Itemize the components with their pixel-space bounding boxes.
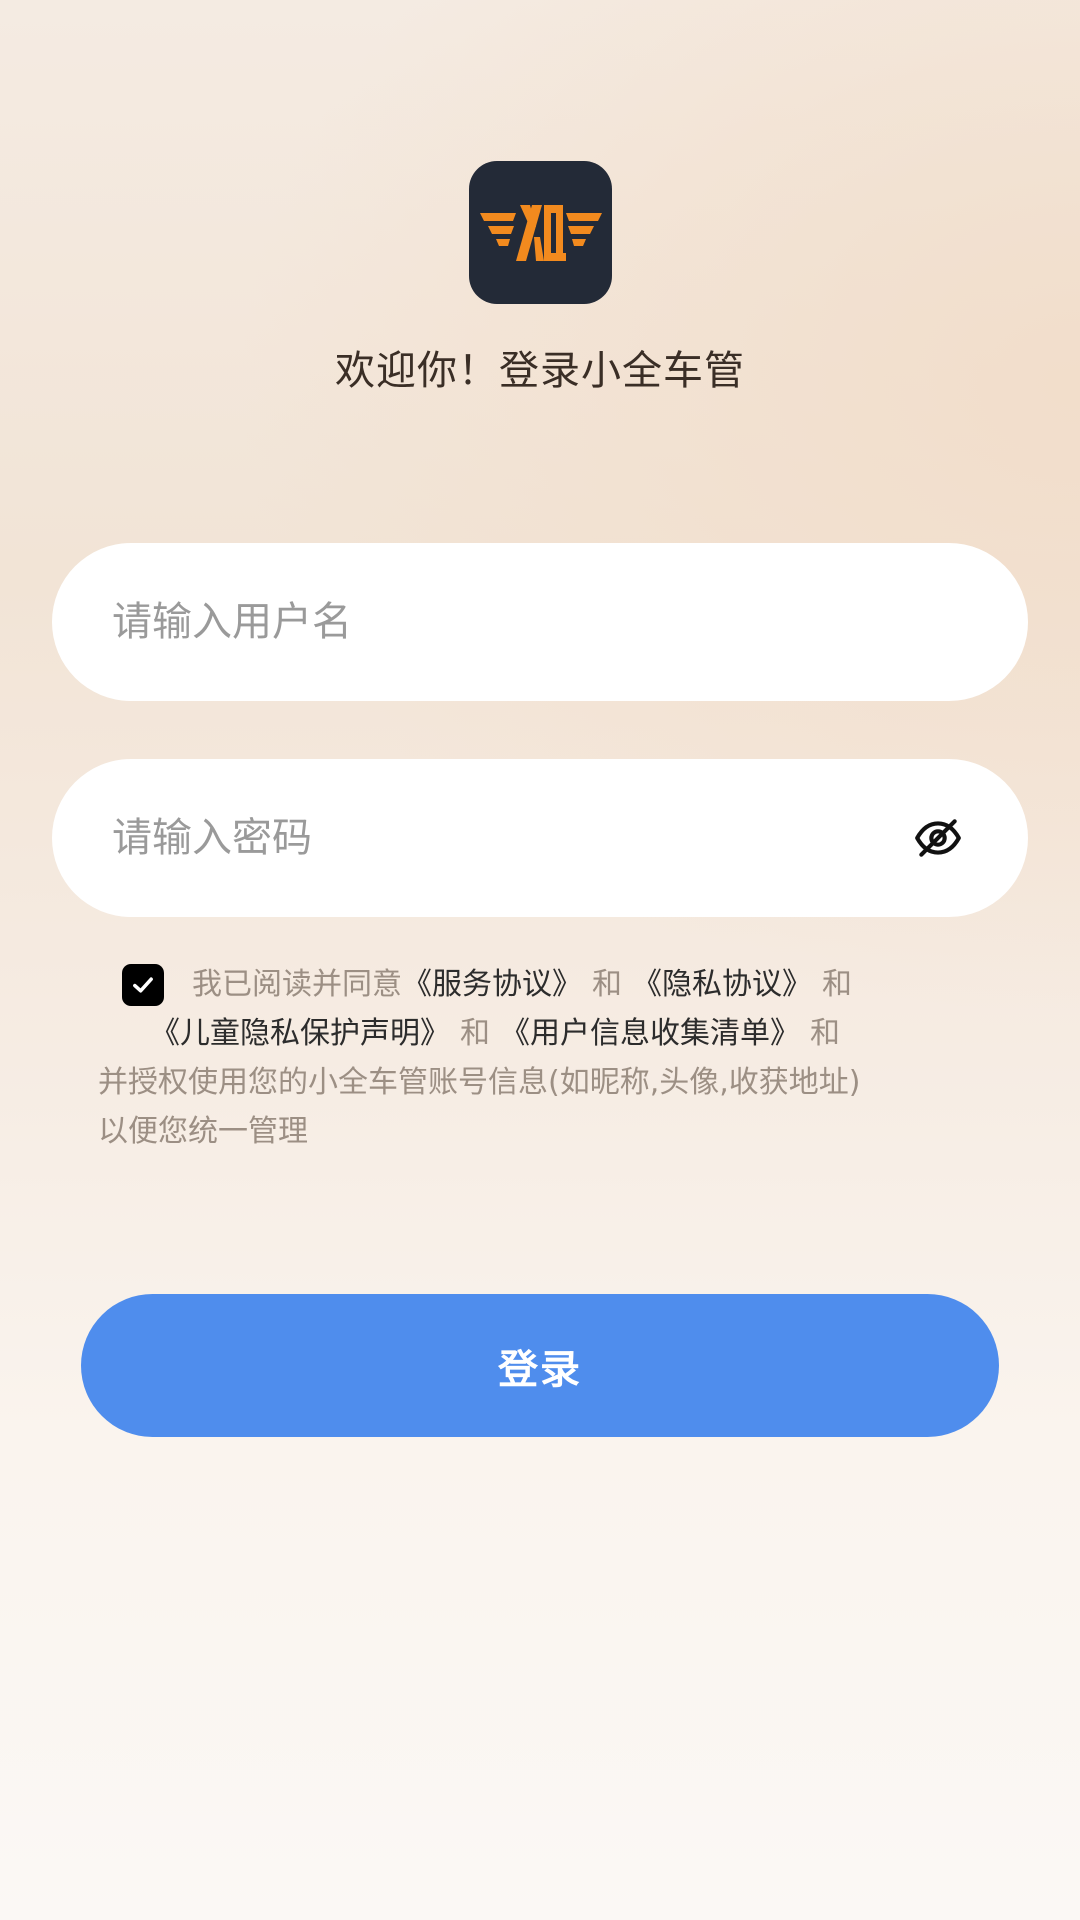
child-privacy-link[interactable]: 《儿童隐私保护声明》 xyxy=(150,1016,450,1051)
eye-off-icon xyxy=(915,819,961,857)
privacy-agreement-link[interactable]: 《隐私协议》 xyxy=(632,967,812,1002)
agreement-conjunction: 和 xyxy=(822,967,852,1002)
password-visibility-toggle[interactable] xyxy=(910,810,966,866)
agreement-prefix: 我已阅读并同意 xyxy=(192,967,402,1002)
info-collection-link[interactable]: 《用户信息收集清单》 xyxy=(500,1016,800,1051)
app-logo xyxy=(469,161,612,304)
xq-wings-logo-icon xyxy=(479,204,602,261)
agreement-conjunction: 和 xyxy=(592,967,622,1002)
password-input[interactable] xyxy=(112,815,892,861)
agreement-conjunction: 和 xyxy=(810,1016,840,1051)
agreement-line-3: 并授权使用您的小全车管账号信息(如昵称,头像,收获地址) xyxy=(98,1065,861,1100)
welcome-title: 欢迎你！登录小全车管 xyxy=(335,348,745,394)
service-agreement-link[interactable]: 《服务协议》 xyxy=(402,967,582,1002)
password-field[interactable] xyxy=(52,759,1028,917)
agreement-line-4: 以便您统一管理 xyxy=(98,1114,308,1149)
login-button[interactable]: 登录 xyxy=(81,1294,999,1437)
agreement-conjunction: 和 xyxy=(460,1016,490,1051)
username-field[interactable] xyxy=(52,543,1028,701)
username-input[interactable] xyxy=(112,599,892,645)
agreement-text: 我已阅读并同意《服务协议》和《隐私协议》和 《儿童隐私保护声明》和《用户信息收集… xyxy=(98,960,978,1156)
